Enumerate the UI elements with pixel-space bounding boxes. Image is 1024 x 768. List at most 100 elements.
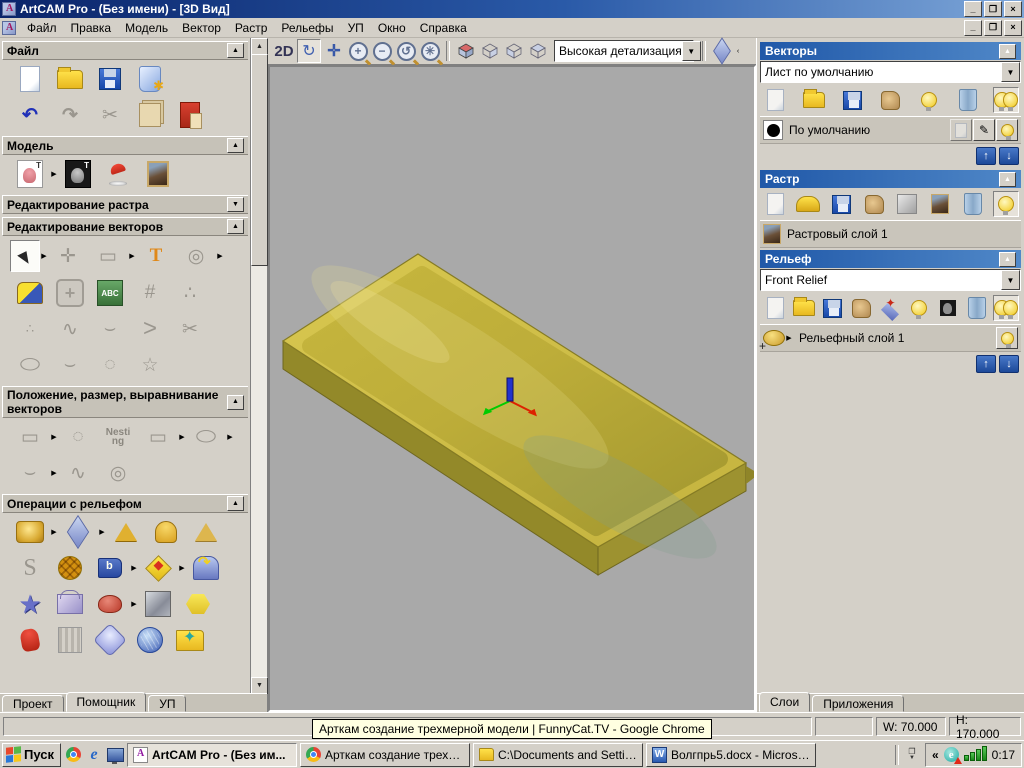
save-model-button[interactable] [95, 64, 125, 94]
bezier-curve-tool[interactable]: ⌣ [95, 314, 125, 344]
view-along-x-button[interactable] [479, 40, 501, 62]
sweep-profile-tool[interactable]: S [15, 553, 45, 583]
flyout-arrow-icon[interactable]: ▶ [128, 252, 136, 260]
collapse-icon[interactable]: ▲ [227, 138, 244, 153]
flyout-arrow-icon[interactable]: ▶ [40, 252, 48, 260]
layer-color-swatch[interactable] [763, 120, 783, 140]
menu-model[interactable]: Модель [118, 19, 175, 37]
emboss-tool[interactable] [143, 589, 173, 619]
tray-network-icon[interactable] [964, 748, 987, 761]
extrude-tool[interactable] [111, 517, 141, 547]
raster-layer-row[interactable]: Растровый слой 1 [760, 220, 1021, 248]
task-explorer[interactable]: C:\Documents and Settin... [473, 743, 643, 767]
export-relief-tool[interactable] [175, 625, 205, 655]
merge-vector-layers-button[interactable] [878, 87, 904, 113]
polyline-tool[interactable]: ∿ [55, 314, 85, 344]
task-chrome[interactable]: Арткам создание трехм... [300, 743, 470, 767]
save-raster-layer-button[interactable] [828, 191, 854, 217]
layer-visibility-button[interactable] [996, 119, 1018, 141]
open-model-button[interactable] [55, 64, 85, 94]
quicklaunch-desktop-icon[interactable] [106, 746, 124, 764]
texture-relief-tool[interactable]: ★ [15, 589, 45, 619]
spin-vectors-tool[interactable]: ◎ [103, 458, 133, 488]
greyscale-preview-button[interactable] [15, 159, 45, 189]
delete-vector-layer-button[interactable] [955, 87, 981, 113]
task-word[interactable]: W Волгпрь5.docx - Microso... [646, 743, 816, 767]
flyout-arrow-icon[interactable]: ▶ [216, 252, 224, 260]
open-vector-layer-button[interactable] [801, 87, 827, 113]
collapse-icon[interactable]: ▲ [999, 44, 1016, 59]
scroll-up-icon[interactable]: ▲ [251, 38, 268, 55]
toolbar-overflow-icon[interactable]: ‹ [734, 48, 742, 55]
relief-layer-row[interactable]: ▶ Рельефный слой 1 [760, 324, 1021, 352]
section-header-raster-edit[interactable]: Редактирование растра ▼ [2, 195, 248, 214]
raster-to-relief-button[interactable] [927, 191, 953, 217]
cylinder-wrap-tool[interactable]: ⬭ [15, 350, 45, 380]
draft-relief-button[interactable] [711, 40, 733, 62]
clear-raster-layer-button[interactable] [894, 191, 920, 217]
child-minimize-button[interactable]: _ [964, 20, 982, 36]
flyout-arrow-icon[interactable]: ▶ [98, 528, 106, 536]
nesting-tool[interactable]: Nesting [103, 422, 133, 452]
child-close-button[interactable]: × [1004, 20, 1022, 36]
flyout-arrow-icon[interactable]: ▶ [50, 528, 58, 536]
language-indicator-icon[interactable]: ❐▼ [904, 745, 920, 765]
turn-relief-tool[interactable] [191, 517, 221, 547]
tab-toolpaths[interactable]: УП [148, 695, 186, 712]
cushion-relief-tool[interactable] [95, 625, 125, 655]
tab-layers[interactable]: Слои [759, 692, 810, 712]
greyscale-relief-button[interactable] [935, 295, 961, 321]
copy-button[interactable] [135, 100, 165, 130]
pan-view-button[interactable]: ✛ [323, 40, 345, 62]
rotate-view-button[interactable]: ↻ [297, 39, 321, 63]
lighting-button[interactable] [103, 159, 133, 189]
collapse-icon[interactable]: ▲ [227, 43, 244, 58]
snap-layer-button[interactable]: ✎ [973, 119, 995, 141]
menu-raster[interactable]: Растр [228, 19, 274, 37]
zoom-out-button[interactable]: − [371, 40, 393, 62]
minimize-button[interactable]: _ [964, 1, 982, 17]
open-relief-layer-button[interactable] [791, 295, 817, 321]
delete-relief-layer-button[interactable] [964, 295, 990, 321]
fillet-tool[interactable]: ⌣ [15, 458, 45, 488]
sculpt-tool[interactable] [95, 589, 125, 619]
relief-layer-visibility-button[interactable] [996, 327, 1018, 349]
smooth-relief-tool[interactable] [63, 517, 93, 547]
zoom-in-button[interactable]: + [347, 40, 369, 62]
flyout-arrow-icon[interactable]: ▶ [178, 433, 186, 441]
select-vectors-tool[interactable] [10, 240, 40, 272]
text-block-tool[interactable]: ABC [95, 278, 125, 308]
paste-button[interactable] [175, 100, 205, 130]
text-on-curve-tool[interactable]: ◌ [63, 422, 93, 452]
view-along-z-button[interactable] [527, 40, 549, 62]
section-header-model[interactable]: Модель ▲ [2, 136, 248, 155]
collapse-icon[interactable]: ▲ [227, 219, 244, 234]
undo-button[interactable]: ↶ [15, 100, 45, 130]
expand-icon[interactable]: ▼ [227, 197, 244, 212]
view-along-y-button[interactable] [503, 40, 525, 62]
scrollbar-thumb[interactable] [251, 54, 268, 266]
menu-toolpaths[interactable]: УП [341, 19, 371, 37]
relief-select[interactable]: Front Relief ▼ [760, 269, 1021, 291]
offset-relief-tool[interactable] [143, 553, 173, 583]
cut-icon[interactable]: ✂ [95, 100, 125, 130]
menu-file[interactable]: Файл [20, 19, 64, 37]
new-vector-layer-button[interactable] [762, 87, 788, 113]
add-node-tool[interactable]: + [55, 278, 85, 308]
tab-project[interactable]: Проект [2, 695, 64, 712]
scatter-copies-tool[interactable]: ∴ [175, 278, 205, 308]
flyout-arrow-icon[interactable]: ▶ [130, 600, 138, 608]
move-layer-down-button[interactable]: ↓ [999, 147, 1019, 165]
create-rectangle-tool[interactable]: ▭ [93, 241, 123, 271]
fit-curve-tool[interactable]: ⌣ [55, 350, 85, 380]
show-all-layers-button[interactable] [993, 87, 1019, 113]
dropdown-arrow-icon[interactable]: ▼ [1001, 270, 1020, 290]
quicklaunch-chrome-icon[interactable] [64, 746, 82, 764]
flyout-arrow-icon[interactable]: ▶ [178, 564, 186, 572]
spin-relief-tool[interactable] [151, 517, 181, 547]
raster-visibility-button[interactable] [993, 191, 1019, 217]
wrap-relief-tool[interactable] [191, 553, 221, 583]
close-button[interactable]: × [1004, 1, 1022, 17]
tray-expand-icon[interactable]: « [932, 748, 939, 762]
3d-canvas[interactable] [268, 65, 756, 712]
